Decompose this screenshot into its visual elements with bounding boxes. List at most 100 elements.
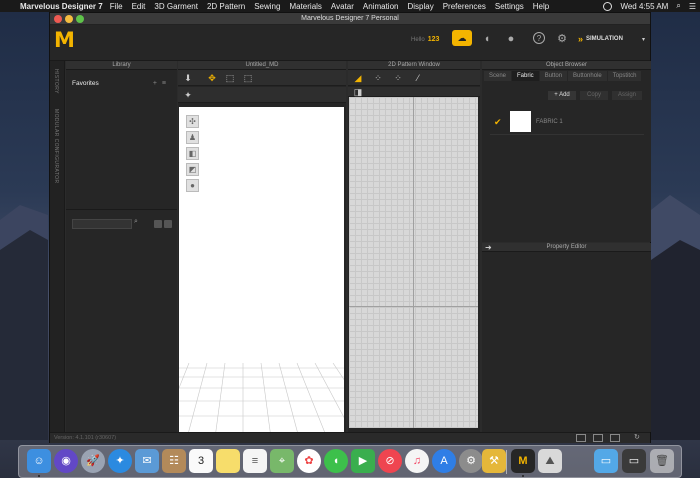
avatar-tool-4-icon[interactable]: ◩ [186,163,199,176]
menu-animation[interactable]: Animation [363,2,399,11]
3d-window-header: Untitled_MD [178,61,346,70]
menu-avatar[interactable]: Avatar [331,2,354,11]
tab-topstitch[interactable]: Topstitch [607,71,642,81]
safari-icon[interactable]: ✦ [108,449,132,473]
preview-icon[interactable]: ⛰ [538,449,562,473]
tab-scene[interactable]: Scene [484,71,512,81]
left-vertical-strip: HISTORY MODULAR CONFIGURATOR [50,61,65,432]
assign-button[interactable]: Assign [612,91,642,100]
launchpad-icon[interactable]: 🚀 [81,449,105,473]
menu-app-name[interactable]: Marvelous Designer 7 [20,2,103,11]
contacts-icon[interactable]: ☷ [162,449,186,473]
finder-icon[interactable]: ☺ [27,449,51,473]
library-search-input[interactable] [72,219,132,229]
siri-icon[interactable]: ◉ [54,449,78,473]
menu-file[interactable]: File [110,2,123,11]
mail-icon[interactable]: ✉ [135,449,159,473]
avatar-tool-1-icon[interactable]: ✣ [186,115,199,128]
menu-help[interactable]: Help [533,2,549,11]
2d-curve-icon[interactable]: ⁘ [392,72,404,84]
2d-toolbar-row-2: ◨ [348,87,480,97]
music-icon[interactable]: ♫ [405,449,429,473]
2d-transform-icon[interactable]: ◢ [352,72,364,84]
list-icon [164,220,172,228]
axis-vertical [413,97,414,428]
settings-icon[interactable]: ⚙ [555,32,569,46]
menu-edit[interactable]: Edit [132,2,146,11]
expand-arrow-icon[interactable]: ➜ [485,243,492,252]
avatar-tool-5-icon[interactable]: ● [186,179,199,192]
axis-horizontal [349,306,478,307]
search-icon[interactable]: ⌕ [134,218,138,226]
menu-2d-pattern[interactable]: 2D Pattern [207,2,245,11]
facetime-icon[interactable]: ▶ [351,449,375,473]
help-icon[interactable]: ? [533,32,545,44]
layout-split-icon[interactable] [593,434,603,442]
history-tab[interactable]: HISTORY [53,69,59,94]
refresh-icon [154,220,162,228]
notes-icon[interactable] [216,449,240,473]
library-add-icon[interactable]: +≡ [153,80,171,87]
add-button[interactable]: + Add [548,91,576,100]
news-icon[interactable]: ⊘ [378,449,402,473]
menu-sewing[interactable]: Sewing [254,2,280,11]
copy-button[interactable]: Copy [580,91,608,100]
fabric-name: FABRIC 1 [536,119,563,125]
object-browser-tabs: Scene Fabric Button Buttonhole Topstitch [484,71,642,81]
library-view-buttons[interactable] [154,220,174,228]
menu-preferences[interactable]: Preferences [443,2,486,11]
select-move-icon[interactable]: ⬇ [182,72,194,84]
reminders-icon[interactable]: ≡ [243,449,267,473]
status-circle-icon[interactable] [603,1,613,11]
speaker-icon[interactable]: ◖ [480,32,494,46]
calendar-icon[interactable]: 3 [189,449,213,473]
modular-configurator-tab[interactable]: MODULAR CONFIGURATOR [53,109,59,183]
tab-button[interactable]: Button [539,71,568,81]
avatar-tools: ✣ ♟ ◧ ◩ ● [186,115,199,195]
favorites-label[interactable]: Favorites [72,80,99,87]
messages-icon[interactable]: ◖ [324,449,348,473]
search-icon[interactable]: ⌕ [676,1,680,11]
2d-toolbar-row-1: ◢ ⁘ ⁘ ⁄ [348,70,480,86]
2d-line-icon[interactable]: ⁄ [412,72,424,84]
marvelous-icon[interactable]: ⚒ [482,449,506,473]
transform-icon[interactable]: ✥ [206,72,218,84]
layout-quad-icon[interactable] [610,434,620,442]
avatar-pose-icon[interactable]: ✦ [182,89,194,101]
user-icon[interactable]: ● [504,32,518,46]
2d-edit-point-icon[interactable]: ⁘ [372,72,384,84]
tab-fabric[interactable]: Fabric [512,71,539,81]
settings-icon[interactable]: ⚙ [459,449,483,473]
appstore-icon[interactable]: A [432,449,456,473]
avatar-tool-3-icon[interactable]: ◧ [186,147,199,160]
2d-viewport[interactable] [349,97,478,428]
library-panel: Library Favorites +≡ ⌕ ◀ [66,61,189,432]
clock[interactable]: Wed 4:55 AM [620,2,668,11]
screenshot-icon[interactable]: ▭ [622,449,646,473]
menu-materials[interactable]: Materials [289,2,321,11]
control-center-icon[interactable]: ☰ [689,2,696,11]
tab-buttonhole[interactable]: Buttonhole [568,71,607,81]
main-toolbar: M Hello 123 ☁ ◖ ● ? ⚙ » SIMULATION ▾ [50,25,650,61]
downloads-folder-icon[interactable]: ▭ [594,449,618,473]
menu-display[interactable]: Display [407,2,433,11]
box-select-icon[interactable]: ⬚ [242,72,254,84]
avatar-tool-2-icon[interactable]: ♟ [186,131,199,144]
marvelous-md-icon[interactable]: M [511,449,535,473]
trash-icon[interactable]: 🗑 [650,449,674,473]
simulation-button[interactable]: » SIMULATION [578,34,623,44]
menu-3d-garment[interactable]: 3D Garment [154,2,198,11]
photos-icon[interactable]: ✿ [297,449,321,473]
logo: M [54,28,75,52]
select-mesh-icon[interactable]: ⬚ [224,72,236,84]
3d-toolbar-row-2: ✦ [178,87,346,103]
cloud-sync-icon[interactable]: ☁ [452,30,472,46]
layout-single-icon[interactable] [576,434,586,442]
simulation-dropdown-icon[interactable]: ▾ [642,36,645,43]
library-header: Library [66,61,177,70]
maps-icon[interactable]: ⌖ [270,449,294,473]
fabric-list-item[interactable]: ✔ FABRIC 1 [490,111,644,135]
menu-settings[interactable]: Settings [495,2,524,11]
3d-viewport[interactable]: ✣ ♟ ◧ ◩ ● [179,107,344,438]
refresh-icon[interactable]: ↻ [634,433,644,441]
